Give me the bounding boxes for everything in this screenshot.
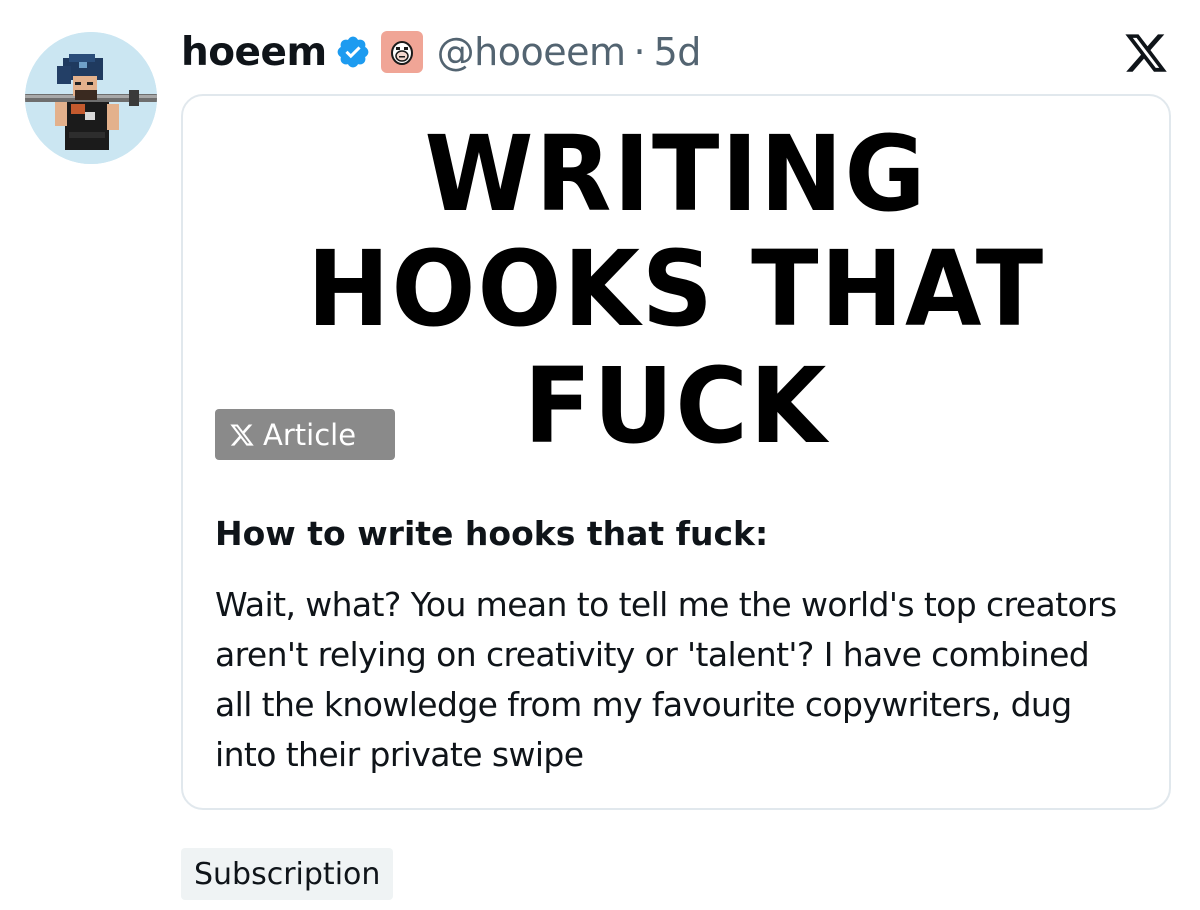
x-logo-small-icon [229, 422, 255, 448]
cover-title-line-2: HOOKS THAT [306, 228, 1046, 350]
article-badge: Article [215, 409, 395, 460]
affiliate-badge-icon[interactable] [380, 31, 423, 73]
author-avatar[interactable] [25, 32, 157, 164]
verified-badge-icon[interactable] [335, 34, 371, 70]
tweet-header: hoeem @hooeem · 5d [181, 26, 701, 78]
article-badge-label: Article [263, 417, 357, 452]
article-excerpt: Wait, what? You mean to tell me the worl… [215, 585, 1117, 774]
tweet-timestamp[interactable]: 5d [654, 30, 702, 74]
header-separator: · [633, 30, 646, 74]
x-logo-icon [1122, 30, 1170, 76]
article-card[interactable]: WRITING HOOKS THAT FUCK Article How to w… [181, 94, 1171, 810]
article-cover-image: WRITING HOOKS THAT FUCK Article [183, 96, 1169, 491]
subscription-chip[interactable]: Subscription [181, 848, 394, 900]
cover-title-line-1: WRITING [424, 113, 928, 235]
article-title: How to write hooks that fuck: [215, 514, 769, 553]
pixel-art-avatar-image [25, 32, 157, 164]
author-handle[interactable]: @hooeem [437, 30, 626, 74]
author-display-name[interactable]: hoeem [181, 30, 327, 75]
